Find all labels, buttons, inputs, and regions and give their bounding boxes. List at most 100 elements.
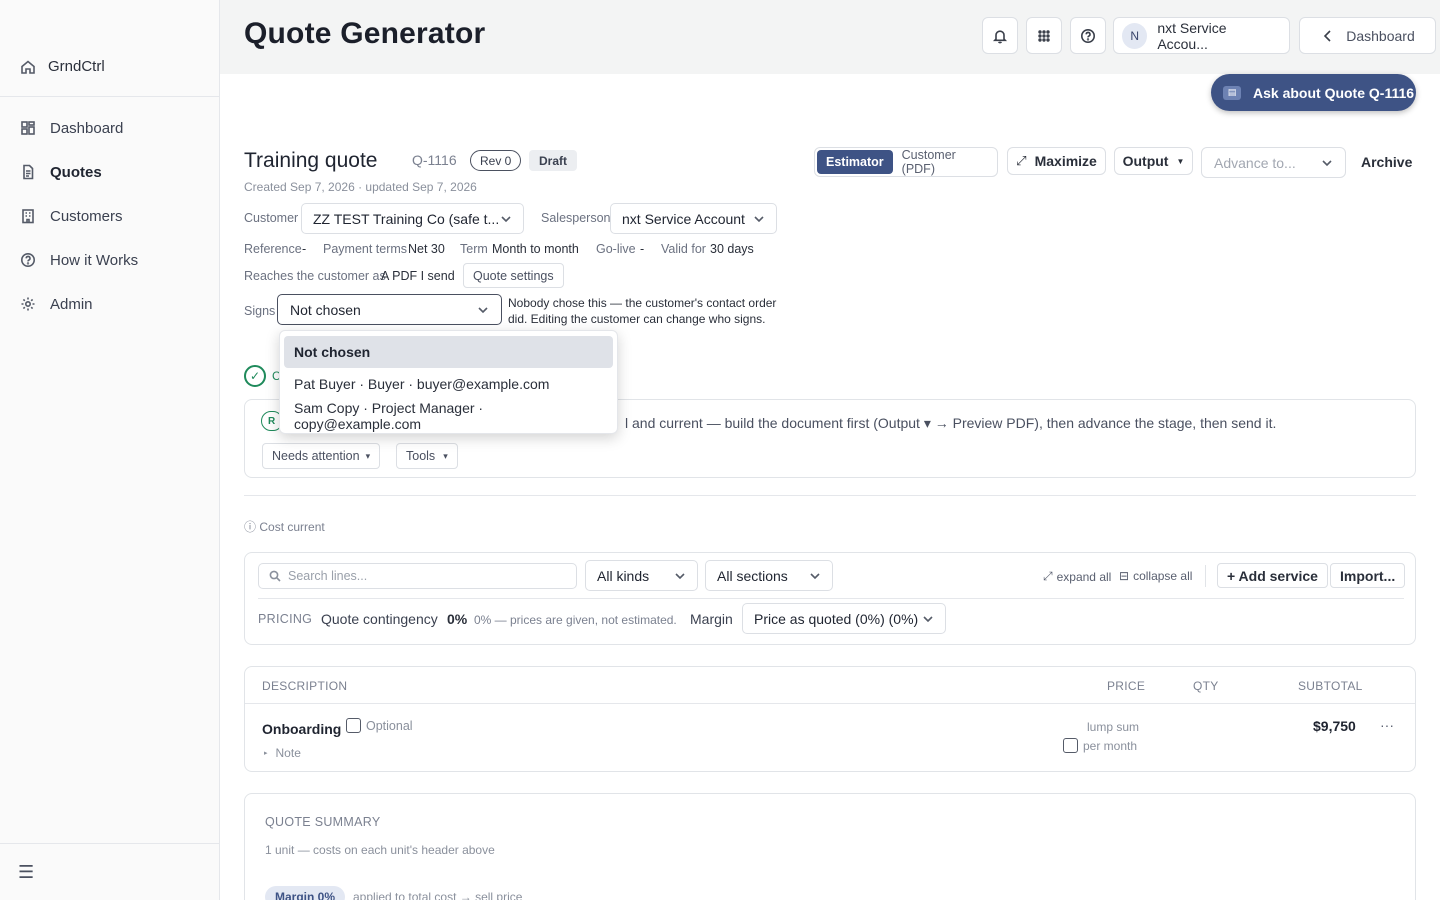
expand-all-label: expand all xyxy=(1056,569,1112,584)
add-service-button[interactable]: + Add service xyxy=(1217,563,1328,588)
chevron-down-icon xyxy=(477,304,489,316)
line-subtotal: $9,750 xyxy=(1313,718,1356,734)
optional-toggle[interactable]: Optional xyxy=(346,718,413,733)
margin-label: Margin xyxy=(690,611,733,627)
go-live-label: Go-live xyxy=(596,242,636,256)
account-name: nxt Service Accou... xyxy=(1157,19,1227,52)
kinds-filter-select[interactable]: All kinds xyxy=(585,560,698,591)
maximize-label: Maximize xyxy=(1034,153,1097,169)
contingency-note: 0% — prices are given, not estimated. xyxy=(474,613,677,627)
bell-icon xyxy=(992,29,1008,43)
needs-attention-button[interactable]: Needs attention ▾ xyxy=(262,443,381,469)
sections-value: All sections xyxy=(717,567,788,584)
avatar: N xyxy=(1122,22,1148,49)
ask-about-quote-button[interactable]: ▤ Ask about Quote Q-1116 xyxy=(1211,74,1416,111)
revision-badge: Rev 0 xyxy=(470,150,522,171)
brand[interactable]: GrndCtrl xyxy=(20,58,105,75)
quote-id: Q-1116 xyxy=(412,152,457,168)
sidebar-item-quotes[interactable]: Quotes xyxy=(0,150,219,194)
signs-option-sam-copy[interactable]: Sam Copy · Project Manager · copy@exampl… xyxy=(284,400,613,432)
sidebar-bottom-divider xyxy=(0,843,219,844)
quote-settings-button[interactable]: Quote settings xyxy=(463,263,564,288)
sidebar-item-label: Quotes xyxy=(50,163,102,181)
menu-icon[interactable]: ☰ xyxy=(18,862,34,883)
margin-value: Price as quoted (0%) (0%) xyxy=(754,610,919,627)
search-lines-input[interactable]: Search lines... xyxy=(258,563,577,589)
signs-option-not-chosen[interactable]: Not chosen xyxy=(284,336,613,368)
sidebar-item-customers[interactable]: Customers xyxy=(0,194,219,238)
reaches-label: Reaches the customer as xyxy=(244,269,386,283)
chevron-down-icon xyxy=(809,570,821,582)
sidebar: GrndCtrl Dashboard Quotes Customers How … xyxy=(0,0,220,900)
optional-checkbox[interactable] xyxy=(346,718,361,733)
account-menu-button[interactable]: N nxt Service Accou... xyxy=(1113,17,1290,54)
check-circle-icon: ✓ xyxy=(244,365,266,387)
valid-for-value[interactable]: 30 days xyxy=(710,242,754,256)
maximize-button[interactable]: ⤢ Maximize xyxy=(1007,147,1106,175)
notifications-button[interactable] xyxy=(982,17,1018,54)
signs-select[interactable]: Not chosen xyxy=(277,294,502,325)
lines-toolbar-card: Search lines... All kinds All sections ⤢… xyxy=(244,552,1416,645)
back-to-dashboard-button[interactable]: Dashboard xyxy=(1299,17,1436,54)
help-circle-icon xyxy=(20,252,36,268)
payment-terms-value[interactable]: Net 30 xyxy=(408,242,445,256)
header-divider xyxy=(245,703,1415,704)
customer-select[interactable]: ZZ TEST Training Co (safe t... xyxy=(301,203,524,234)
chat-icon: ▤ xyxy=(1223,85,1241,100)
output-label: Output xyxy=(1122,153,1169,169)
sidebar-item-how-it-works[interactable]: How it Works xyxy=(0,238,219,282)
ask-label: Ask about Quote Q-1116 xyxy=(1253,84,1415,101)
advance-stage-select[interactable]: Advance to... xyxy=(1201,147,1346,178)
customer-pdf-view-button[interactable]: Customer (PDF) xyxy=(893,148,995,176)
cost-status: ⓘ Cost current xyxy=(244,518,325,535)
building-icon xyxy=(20,208,36,224)
sidebar-item-label: Customers xyxy=(50,207,123,225)
archive-button[interactable]: Archive xyxy=(1361,154,1412,170)
home-icon xyxy=(20,59,36,75)
collapse-icon: ⊟ xyxy=(1119,569,1130,583)
collapse-all-button[interactable]: ⊟ collapse all xyxy=(1119,569,1192,583)
dashboard-label: Dashboard xyxy=(1346,27,1415,44)
per-month-checkbox[interactable] xyxy=(1063,738,1078,753)
view-toggle: Estimator Customer (PDF) xyxy=(814,147,998,177)
chevron-down-icon xyxy=(753,213,765,225)
help-button[interactable] xyxy=(1070,17,1106,54)
expand-all-button[interactable]: ⤢ expand all xyxy=(1043,569,1111,584)
signs-option-pat-buyer[interactable]: Pat Buyer · Buyer · buyer@example.com xyxy=(284,368,613,400)
page-title: Quote Generator xyxy=(244,17,486,50)
note-toggle[interactable]: ▸ Note xyxy=(264,746,301,760)
margin-select[interactable]: Price as quoted (0%) (0%) xyxy=(742,603,946,634)
reference-value[interactable]: - xyxy=(302,242,306,256)
quote-title[interactable]: Training quote xyxy=(244,149,377,173)
import-button[interactable]: Import... xyxy=(1330,563,1406,588)
created-timestamp: Created Sep 7, 2026 · updated Sep 7, 202… xyxy=(244,180,477,194)
dashboard-icon xyxy=(20,120,36,136)
brand-label: GrndCtrl xyxy=(48,58,105,75)
reference-label: Reference xyxy=(244,242,302,256)
more-options-button[interactable]: ··· xyxy=(1380,717,1394,733)
tools-label: Tools xyxy=(406,449,436,463)
output-menu-button[interactable]: Output ▼ xyxy=(1114,147,1193,175)
optional-label: Optional xyxy=(366,718,413,733)
chevron-left-icon xyxy=(1324,29,1331,42)
sections-filter-select[interactable]: All sections xyxy=(705,560,833,591)
term-value[interactable]: Month to month xyxy=(492,242,579,256)
sidebar-item-dashboard[interactable]: Dashboard xyxy=(0,106,219,150)
section-divider xyxy=(244,495,1416,496)
sidebar-divider xyxy=(0,96,219,97)
salesperson-label: Salesperson xyxy=(541,211,611,225)
apps-button[interactable] xyxy=(1026,17,1062,54)
gear-icon xyxy=(20,296,36,312)
advance-placeholder: Advance to... xyxy=(1214,154,1296,171)
price-header: PRICE xyxy=(1107,679,1146,693)
salesperson-select[interactable]: nxt Service Account xyxy=(610,203,777,234)
reaches-value[interactable]: A PDF I send xyxy=(381,269,455,283)
customer-label: Customer xyxy=(244,211,299,225)
contingency-value[interactable]: 0% xyxy=(447,611,467,627)
estimator-view-button[interactable]: Estimator xyxy=(817,150,893,174)
go-live-value[interactable]: - xyxy=(640,242,644,256)
sidebar-item-admin[interactable]: Admin xyxy=(0,282,219,326)
line-item-name[interactable]: Onboarding xyxy=(262,721,341,737)
per-month-toggle[interactable]: per month xyxy=(1063,738,1137,753)
tools-button[interactable]: Tools ▾ xyxy=(396,443,458,469)
